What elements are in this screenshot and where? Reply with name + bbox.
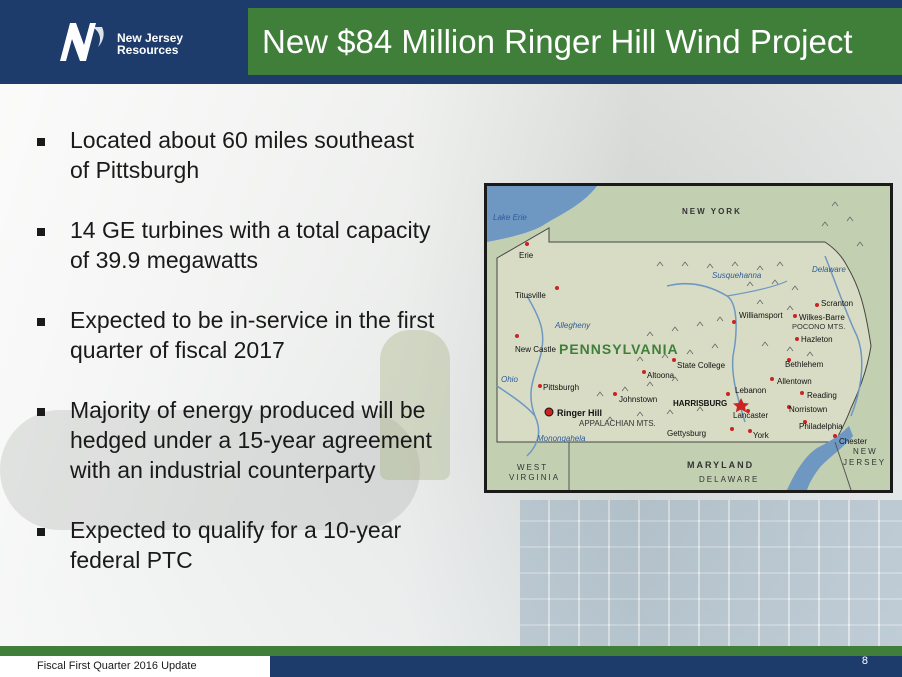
bullet-text: Expected to qualify for a 10-year: [70, 517, 402, 543]
ringer-hill-label: Ringer Hill: [557, 408, 602, 418]
bullet-text: 14 GE turbines with a total capacity: [70, 217, 431, 243]
ringer-hill-marker: [544, 407, 554, 417]
allegheny-label: Allegheny: [554, 321, 591, 330]
bullet-text: Located about 60 miles southeast: [70, 127, 414, 153]
bullet-square-icon: [37, 408, 45, 416]
ohio-label: Ohio: [501, 375, 518, 384]
footer-green-bar: [0, 646, 902, 656]
city-label-titusville: Titusville: [515, 291, 546, 300]
slide: New Jersey Resources New $84 Million Rin…: [0, 0, 902, 677]
footer-navy-bar: [270, 656, 902, 677]
bullet-item: Expected to qualify for a 10-year federa…: [37, 515, 477, 575]
logo-text: New Jersey Resources: [117, 32, 183, 56]
lake-erie-label: Lake Erie: [493, 213, 527, 222]
delaware-state-label: DELAWARE: [699, 475, 759, 484]
city-marker: [800, 391, 804, 395]
maryland-label: MARYLAND: [687, 460, 754, 470]
west-virginia-label-2: VIRGINIA: [509, 473, 560, 482]
city-marker: [795, 337, 799, 341]
city-label-scranton: Scranton: [821, 299, 853, 308]
bullet-square-icon: [37, 138, 45, 146]
city-label-altoona: Altoona: [647, 371, 675, 380]
city-label-erie: Erie: [519, 251, 534, 260]
city-label-chester: Chester: [839, 437, 867, 446]
city-label-hazleton: Hazleton: [801, 335, 833, 344]
city-label-york: York: [753, 431, 770, 440]
new-jersey-label-1: NEW: [853, 447, 878, 456]
city-label-allentown: Allentown: [777, 377, 812, 386]
bullet-square-icon: [37, 528, 45, 536]
page-number: 8: [861, 655, 868, 667]
west-virginia-label-1: WEST: [517, 463, 548, 472]
appalachian-label: APPALACHIAN MTS.: [579, 419, 656, 428]
city-label-reading: Reading: [807, 391, 837, 400]
pennsylvania-map: NEW YORK PENNSYLVANIA MARYLAND DELAWARE …: [484, 183, 893, 493]
page-title: New $84 Million Ringer Hill Wind Project: [262, 23, 853, 60]
bullet-text: quarter of fiscal 2017: [70, 337, 285, 363]
city-marker: [525, 242, 529, 246]
city-label-philadelphia: Philadelphia: [799, 422, 843, 431]
bullet-text: of Pittsburgh: [70, 157, 200, 183]
footer-text: Fiscal First Quarter 2016 Update: [37, 660, 197, 672]
city-marker: [538, 384, 542, 388]
bullet-item: Located about 60 miles southeast of Pitt…: [37, 125, 477, 185]
bullet-text: Expected to be in-service in the first: [70, 307, 435, 333]
header-underline: [248, 75, 902, 84]
city-marker: [748, 429, 752, 433]
city-marker: [730, 427, 734, 431]
bullet-text: hedged under a 15-year agreement: [70, 427, 432, 453]
city-marker: [815, 303, 819, 307]
company-logo-icon: [60, 23, 104, 61]
bullet-text: federal PTC: [70, 547, 193, 573]
new-york-label: NEW YORK: [682, 207, 742, 216]
city-label-wilkes-barre: Wilkes-Barre: [799, 313, 845, 322]
city-marker: [672, 358, 676, 362]
bullet-text: with an industrial counterparty: [70, 457, 376, 483]
city-marker: [833, 434, 837, 438]
bullet-item: Majority of energy produced will be hedg…: [37, 395, 477, 485]
city-marker: [555, 286, 559, 290]
logo-line-2: Resources: [117, 43, 179, 57]
pennsylvania-label: PENNSYLVANIA: [559, 341, 679, 357]
delaware-river-label: Delaware: [812, 265, 846, 274]
city-label-williamsport: Williamsport: [739, 311, 783, 320]
city-label-gettysburg: Gettysburg: [667, 429, 706, 438]
city-marker: [793, 314, 797, 318]
bullet-item: Expected to be in-service in the first q…: [37, 305, 477, 365]
city-label-lancaster: Lancaster: [733, 411, 768, 420]
bullet-text: of 39.9 megawatts: [70, 247, 258, 273]
city-marker: [642, 370, 646, 374]
city-marker: [726, 392, 730, 396]
city-label-bethlehem: Bethlehem: [785, 360, 824, 369]
background-solar-panels: [520, 500, 902, 650]
city-label-pittsburgh: Pittsburgh: [543, 383, 579, 392]
susquehanna-label: Susquehanna: [712, 271, 762, 280]
bullet-item: 14 GE turbines with a total capacity of …: [37, 215, 477, 275]
new-jersey-label-2: JERSEY: [843, 458, 886, 467]
bullet-list: Located about 60 miles southeast of Pitt…: [37, 125, 477, 605]
pocono-label: POCONO MTS.: [792, 322, 845, 331]
city-label-lebanon: Lebanon: [735, 386, 766, 395]
city-label-norristown: Norristown: [789, 405, 827, 414]
bullet-square-icon: [37, 318, 45, 326]
map-svg: NEW YORK PENNSYLVANIA MARYLAND DELAWARE …: [487, 186, 890, 490]
city-label-johnstown: Johnstown: [619, 395, 657, 404]
monongahela-label: Monongahela: [537, 434, 586, 443]
city-marker: [770, 377, 774, 381]
city-marker: [613, 392, 617, 396]
city-marker: [515, 334, 519, 338]
city-label-new-castle: New Castle: [515, 345, 556, 354]
city-label-state-college: State College: [677, 361, 726, 370]
city-marker: [732, 320, 736, 324]
bullet-text: Majority of energy produced will be: [70, 397, 426, 423]
bullet-square-icon: [37, 228, 45, 236]
city-label-harrisburg: HARRISBURG: [673, 399, 727, 408]
